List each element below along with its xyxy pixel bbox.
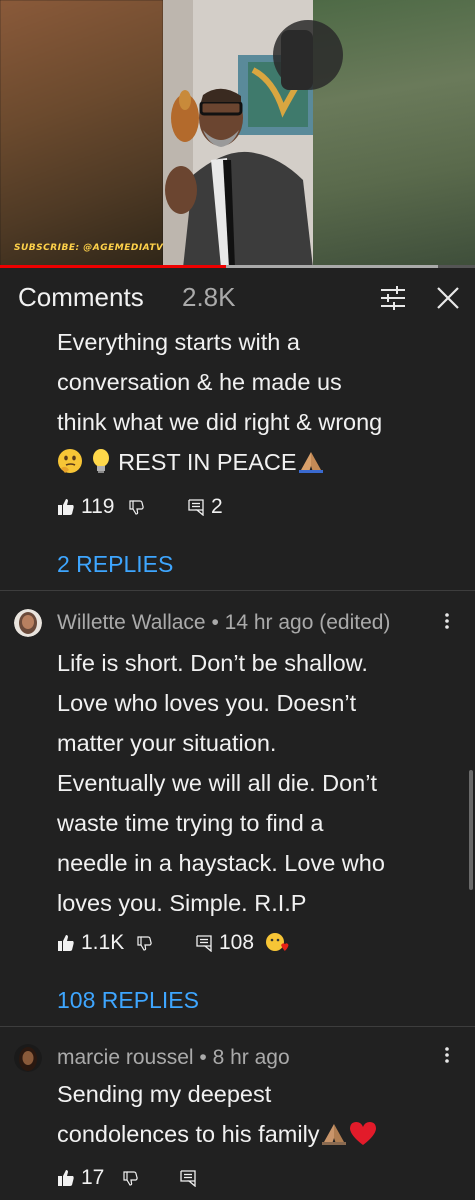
like-count: 1.1K <box>81 931 125 954</box>
view-replies-link[interactable]: 108 REPLIES <box>57 987 199 1014</box>
reply-count: 108 <box>219 931 255 954</box>
sliders-icon <box>381 286 405 310</box>
thumbs-up-icon <box>58 1170 74 1186</box>
red-heart-icon <box>349 1122 376 1145</box>
avatar[interactable] <box>14 609 42 637</box>
comments-title: Comments <box>18 282 144 312</box>
comment-line: Sending my deepest <box>57 1081 272 1107</box>
comment-line: Eventually we will all die. Don’t <box>57 770 378 796</box>
sort-filter-button[interactable] <box>378 284 408 312</box>
video-right-panel <box>273 0 475 268</box>
more-vert-icon <box>445 1047 449 1063</box>
thumbs-down-icon <box>129 500 144 515</box>
reply-icon <box>188 499 204 516</box>
thumbs-up-icon <box>58 935 74 951</box>
comment-line: matter your situation. <box>57 730 277 756</box>
comment-line: think what we did right & wrong <box>57 409 383 435</box>
meta-separator: • <box>211 611 219 634</box>
like-count: 17 <box>81 1166 105 1189</box>
reply-icon <box>196 935 212 952</box>
dislike-button[interactable] <box>123 1163 139 1193</box>
thumbs-down-icon <box>123 1171 138 1186</box>
dislike-button[interactable] <box>137 928 153 958</box>
comment-line: condolences to his family <box>57 1114 457 1154</box>
comment-time: 14 hr ago (edited) <box>224 611 391 634</box>
comment-meta: Willette Wallace • 14 hr ago (edited) <box>57 611 390 635</box>
comments-count: 2.8K <box>182 282 236 312</box>
reply-count: 2 <box>211 495 223 518</box>
comment-more-button[interactable] <box>440 1044 454 1068</box>
comment-line: Life is short. Don’t be shallow. <box>57 650 368 676</box>
comment-line: Love who loves you. Doesn’t <box>57 690 357 716</box>
thumbs-up-icon <box>58 499 74 515</box>
comment-line: conversation & he made us <box>57 369 342 395</box>
thumbs-down-icon <box>137 936 152 951</box>
thinking-face-icon <box>58 449 82 473</box>
comment-line-text: REST IN PEACE <box>118 449 297 475</box>
video-player[interactable]: SUBSCRIBE: @AGEMEDIATV <box>0 0 475 268</box>
reply-button[interactable]: 2 <box>187 492 223 522</box>
comment-body: Everything starts with a conversation & … <box>57 322 457 482</box>
comment-more-button[interactable] <box>440 610 454 634</box>
comment-author[interactable]: marcie roussel <box>57 1046 194 1069</box>
reply-button[interactable]: 108 <box>195 928 254 958</box>
comment-divider <box>0 1026 475 1027</box>
comment-body: Life is short. Don’t be shallow. Love wh… <box>57 643 457 923</box>
comment-line: needle in a haystack. Love who <box>57 850 385 876</box>
like-button[interactable]: 119 <box>57 492 114 522</box>
video-left-panel <box>0 0 163 268</box>
reply-button[interactable] <box>179 1163 197 1193</box>
close-icon <box>437 287 459 309</box>
comment-line-text: condolences to his family <box>57 1121 320 1147</box>
meta-separator: • <box>199 1046 207 1069</box>
like-button[interactable]: 17 <box>57 1163 104 1193</box>
folded-hands-icon <box>321 1124 346 1145</box>
folded-hands-icon <box>298 452 323 473</box>
comment-author[interactable]: Willette Wallace <box>57 611 206 634</box>
scrollbar-thumb[interactable] <box>469 770 473 890</box>
comment-body: Sending my deepest condolences to his fa… <box>57 1074 457 1154</box>
like-count: 119 <box>81 495 115 518</box>
comment-line: REST IN PEACE <box>57 442 457 482</box>
avatar[interactable] <box>14 1044 42 1072</box>
comment-line: loves you. Simple. R.I.P <box>57 890 307 916</box>
like-button[interactable]: 1.1K <box>57 928 124 958</box>
comments-header: Comments 2.8K <box>0 268 475 328</box>
reply-icon <box>180 1170 196 1187</box>
comment-line: waste time trying to find a <box>57 810 324 836</box>
comment-divider <box>0 590 475 591</box>
comment-meta: marcie roussel • 8 hr ago <box>57 1046 290 1070</box>
avatar-image <box>14 609 42 637</box>
view-replies-link[interactable]: 2 REPLIES <box>57 551 173 578</box>
more-vert-icon <box>445 613 449 629</box>
close-comments-button[interactable] <box>434 284 462 312</box>
creator-heart-icon <box>266 933 289 951</box>
creator-heart-badge <box>265 928 289 958</box>
comment-time: 8 hr ago <box>212 1046 290 1069</box>
comment-line: Everything starts with a <box>57 329 300 355</box>
avatar-image <box>14 1044 42 1072</box>
light-bulb-icon <box>92 449 109 473</box>
watermark-text: SUBSCRIBE: @AGEMEDIATV <box>14 243 164 253</box>
dislike-button[interactable] <box>129 492 145 522</box>
